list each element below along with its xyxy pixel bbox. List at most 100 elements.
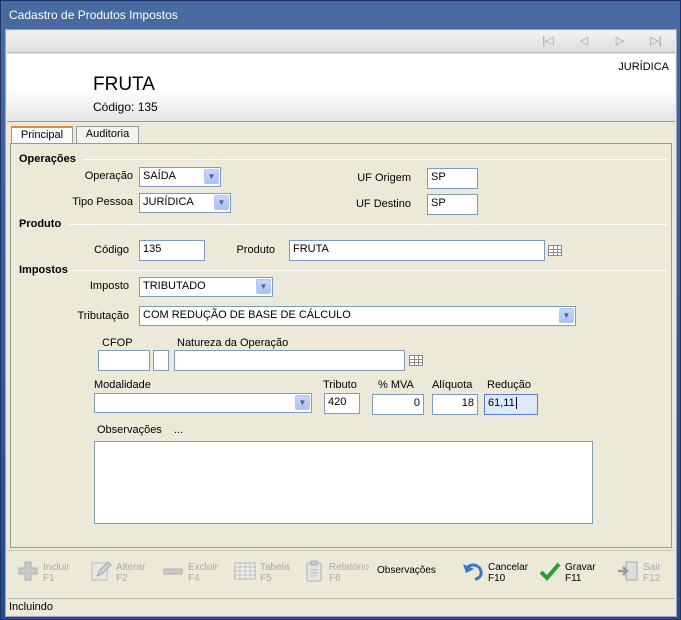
product-lookup-icon[interactable] (548, 245, 562, 256)
operacao-label: Operação (84, 170, 133, 182)
tributacao-label: Tributação (77, 310, 129, 322)
mva-label: % MVA (378, 379, 414, 391)
impostos-section-title: Impostos (19, 264, 68, 276)
relatorio-button[interactable]: Relatório F6 (303, 557, 369, 589)
aliquota-field[interactable]: 18 (432, 394, 478, 415)
tipo-pessoa-select[interactable]: JURÍDICA ▼ (139, 193, 231, 213)
client-area: |◁ ◁ ▷ ▷| FRUTA Código: 135 JURÍDICA Pri… (5, 29, 677, 617)
natureza-field[interactable] (174, 350, 405, 371)
cfop-digit-field[interactable] (153, 350, 169, 371)
alterar-label: Alterar (116, 562, 146, 573)
excluir-button[interactable]: Excluir F4 (162, 557, 222, 589)
codigo-field[interactable]: 135 (139, 240, 205, 261)
sair-label: Sair (643, 562, 661, 573)
excluir-key: F4 (188, 573, 200, 584)
chevron-down-icon[interactable]: ▼ (256, 279, 271, 294)
observacoes-label: Observações (97, 424, 162, 436)
tributo-field[interactable]: 420 (324, 393, 360, 414)
product-header: FRUTA Código: 135 JURÍDICA (7, 54, 675, 122)
pencil-icon (91, 561, 112, 581)
uf-destino-field[interactable]: SP (427, 194, 478, 215)
chevron-down-icon[interactable]: ▼ (214, 195, 229, 210)
chevron-down-icon[interactable]: ▼ (295, 395, 310, 410)
cancelar-key: F10 (488, 573, 506, 584)
observacoes-textarea[interactable] (94, 441, 593, 524)
minus-icon (163, 568, 183, 575)
window-title: Cadastro de Produtos Impostos (9, 8, 178, 22)
operacoes-separator (83, 159, 667, 160)
operacao-value: SAÍDA (143, 170, 177, 182)
status-bar: Incluindo (7, 598, 675, 616)
produto-section-title: Produto (19, 218, 62, 230)
record-navigator: |◁ ◁ ▷ ▷| (7, 31, 675, 53)
incluir-button[interactable]: Incluir F1 (17, 557, 77, 589)
relatorio-key: F6 (329, 573, 341, 584)
tributacao-select[interactable]: COM REDUÇÃO DE BASE DE CÁLCULO ▼ (139, 306, 576, 326)
cancelar-button[interactable]: Cancelar F10 (462, 557, 528, 589)
incluir-label: Incluir (43, 562, 70, 573)
produto-label: Produto (236, 244, 275, 256)
sair-button[interactable]: Sair F12 (617, 557, 672, 589)
tab-auditoria[interactable]: Auditoria (76, 126, 139, 143)
tributo-label: Tributo (323, 379, 357, 391)
chevron-down-icon[interactable]: ▼ (204, 169, 219, 184)
report-icon (306, 560, 322, 582)
imposto-value: TRIBUTADO (143, 280, 206, 292)
relatorio-label: Relatório (329, 562, 370, 573)
codigo-label: Código (94, 244, 129, 256)
mva-field[interactable]: 0 (372, 394, 424, 415)
observacoes-ellipsis-button[interactable]: ... (174, 424, 183, 436)
first-record-button[interactable]: |◁ (540, 34, 556, 49)
table-icon (234, 562, 256, 580)
imposto-select[interactable]: TRIBUTADO ▼ (139, 277, 273, 297)
excluir-label: Excluir (188, 562, 219, 573)
exit-icon (618, 561, 638, 581)
gravar-key: F11 (565, 573, 582, 584)
gravar-label: Gravar (565, 562, 596, 573)
operacao-select[interactable]: SAÍDA ▼ (139, 167, 221, 187)
gravar-button[interactable]: Gravar F11 (539, 557, 599, 589)
reducao-value: 61,11 (488, 397, 515, 409)
natureza-lookup-icon[interactable] (409, 355, 423, 366)
check-icon (539, 562, 561, 581)
tipo-pessoa-value: JURÍDICA (143, 196, 194, 208)
action-toolbar: Incluir F1 Alterar F2 Excluir F4 Tabela F5 R… (7, 550, 675, 596)
aliquota-label: Alíquota (432, 379, 473, 391)
sair-key: F12 (643, 573, 661, 584)
tributacao-value: COM REDUÇÃO DE BASE DE CÁLCULO (143, 309, 351, 321)
produto-field[interactable]: FRUTA (289, 240, 545, 261)
tabela-button[interactable]: Tabela F5 (234, 557, 294, 589)
alterar-key: F2 (116, 573, 128, 584)
text-cursor (515, 397, 517, 409)
undo-icon (463, 563, 483, 581)
alterar-button[interactable]: Alterar F2 (90, 557, 150, 589)
modalidade-select[interactable]: ▼ (94, 393, 312, 413)
cfop-label: CFOP (102, 337, 133, 349)
cancelar-label: Cancelar (488, 562, 529, 573)
incluir-key: F1 (43, 573, 55, 584)
natureza-label: Natureza da Operação (177, 337, 289, 349)
plus-icon (18, 561, 38, 581)
prev-record-button[interactable]: ◁ (576, 34, 592, 49)
tabela-key: F5 (260, 573, 272, 584)
modalidade-label: Modalidade (94, 379, 151, 391)
app-window: Cadastro de Produtos Impostos |◁ ◁ ▷ ▷| … (0, 0, 681, 620)
cfop-field[interactable] (98, 350, 150, 371)
tabela-label: Tabela (260, 562, 290, 573)
next-record-button[interactable]: ▷ (612, 34, 628, 49)
reducao-field[interactable]: 61,11 (484, 394, 538, 415)
imposto-label: Imposto (89, 280, 129, 292)
reducao-label: Redução (487, 379, 532, 391)
product-code: Código: 135 (93, 100, 158, 114)
observacoes-button[interactable]: Observações (377, 565, 437, 597)
produto-separator (69, 224, 667, 225)
tab-principal[interactable]: Principal (11, 126, 73, 144)
principal-panel: Operações Operação SAÍDA ▼ Tipo Pessoa J… (10, 143, 672, 548)
product-name: FRUTA (93, 74, 155, 95)
uf-origem-field[interactable]: SP (427, 168, 478, 189)
last-record-button[interactable]: ▷| (648, 34, 664, 49)
person-type-label: JURÍDICA (618, 61, 669, 73)
operacoes-section-title: Operações (19, 153, 76, 165)
uf-origem-label: UF Origem (357, 172, 411, 184)
chevron-down-icon[interactable]: ▼ (559, 308, 574, 323)
